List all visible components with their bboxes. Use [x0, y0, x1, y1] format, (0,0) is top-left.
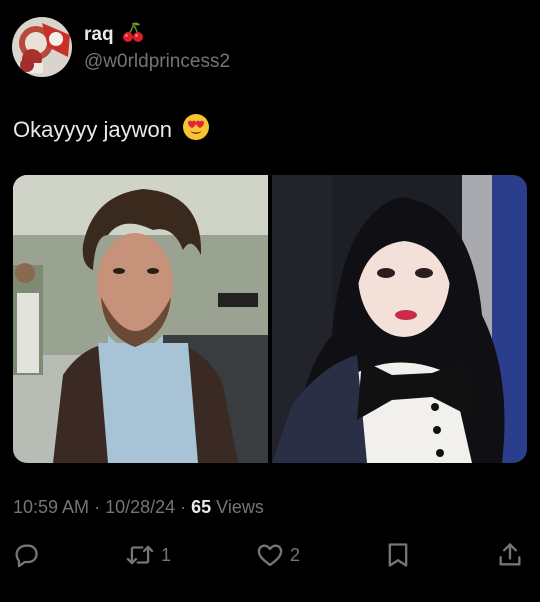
like-count: 2 — [289, 544, 300, 565]
reply-button[interactable] — [12, 541, 40, 569]
tweet-header: raq @w0rldprincess2 — [12, 17, 230, 77]
tweet-body: Okayyyy jaywon — [13, 117, 172, 142]
retweet-count: 1 — [160, 544, 171, 565]
tweet-text: Okayyyy jaywon — [13, 113, 210, 147]
like-button[interactable]: 2 — [256, 541, 300, 569]
media-photo-1[interactable] — [13, 175, 268, 463]
avatar[interactable] — [12, 17, 72, 77]
bookmark-button[interactable] — [385, 541, 411, 569]
retweet-icon — [125, 541, 155, 569]
user-handle[interactable]: @w0rldprincess2 — [84, 50, 230, 74]
cherries-emoji-icon — [122, 21, 144, 50]
display-name-row[interactable]: raq — [84, 21, 230, 50]
heart-icon — [256, 541, 284, 569]
share-button[interactable] — [496, 541, 524, 569]
action-bar: 1 2 — [12, 538, 524, 572]
tweet-time[interactable]: 10:59 AM — [13, 497, 89, 518]
meta-separator: · — [180, 497, 187, 517]
retweet-button[interactable]: 1 — [125, 541, 171, 569]
tweet-meta: 10:59 AM · 10/28/24 · 65 Views — [13, 497, 264, 518]
meta-separator: · — [94, 497, 101, 517]
tweet-date[interactable]: 10/28/24 — [105, 497, 175, 518]
reply-icon — [12, 541, 40, 569]
media-grid — [13, 175, 527, 463]
heart-eyes-emoji-icon — [182, 113, 210, 147]
share-icon — [496, 541, 524, 569]
display-name[interactable]: raq — [84, 23, 114, 47]
bookmark-icon — [385, 541, 411, 569]
media-photo-2[interactable] — [272, 175, 527, 463]
views-label[interactable]: Views — [216, 497, 264, 518]
views-count[interactable]: 65 — [191, 497, 211, 518]
